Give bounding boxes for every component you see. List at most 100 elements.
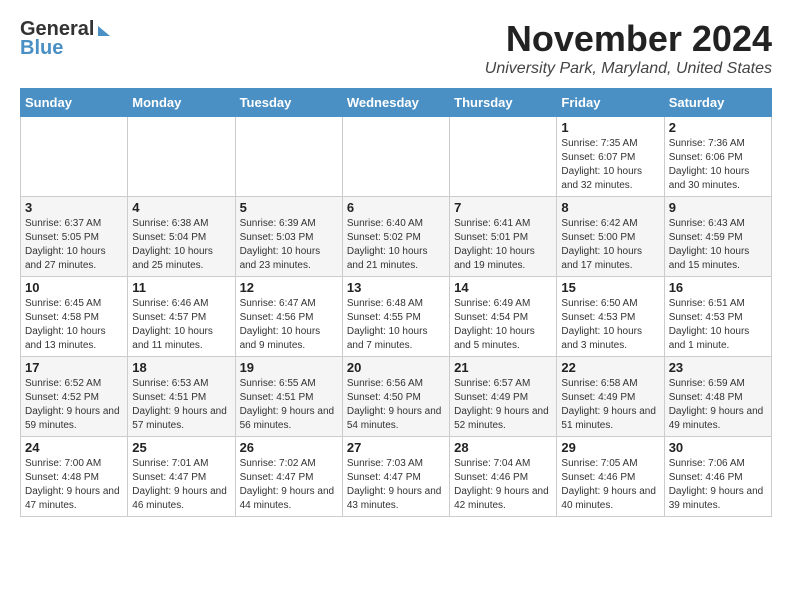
calendar-wrapper: SundayMondayTuesdayWednesdayThursdayFrid… <box>0 88 792 527</box>
day-header-saturday: Saturday <box>664 89 771 117</box>
day-number: 10 <box>25 280 123 295</box>
day-info: Sunrise: 6:50 AMSunset: 4:53 PMDaylight:… <box>561 297 659 353</box>
day-number: 26 <box>240 440 338 455</box>
day-info: Sunrise: 7:35 AMSunset: 6:07 PMDaylight:… <box>561 137 659 193</box>
day-info: Sunrise: 7:00 AMSunset: 4:48 PMDaylight:… <box>25 457 123 513</box>
calendar-cell: 16 Sunrise: 6:51 AMSunset: 4:53 PMDayligh… <box>664 277 771 357</box>
calendar-cell: 18Sunrise: 6:53 AMSunset: 4:51 PMDayligh… <box>128 357 235 437</box>
day-info: Sunrise: 7:01 AMSunset: 4:47 PMDaylight:… <box>132 457 230 513</box>
page-header: General Blue November 2024 University Pa… <box>0 0 792 88</box>
calendar-cell <box>450 117 557 197</box>
day-number: 9 <box>669 200 767 215</box>
day-info: Sunrise: 6:53 AMSunset: 4:51 PMDaylight:… <box>132 377 230 433</box>
logo-triangle-icon <box>98 26 110 36</box>
day-info: Sunrise: 6:46 AMSunset: 4:57 PMDaylight:… <box>132 297 230 353</box>
day-header-thursday: Thursday <box>450 89 557 117</box>
logo: General Blue <box>20 18 110 60</box>
day-number: 12 <box>240 280 338 295</box>
calendar-cell: 15Sunrise: 6:50 AMSunset: 4:53 PMDayligh… <box>557 277 664 357</box>
calendar-cell: 7Sunrise: 6:41 AMSunset: 5:01 PMDaylight… <box>450 197 557 277</box>
calendar-cell: 3Sunrise: 6:37 AMSunset: 5:05 PMDaylight… <box>21 197 128 277</box>
day-info: Sunrise: 6:52 AMSunset: 4:52 PMDaylight:… <box>25 377 123 433</box>
day-info: Sunrise: 7:06 AMSunset: 4:46 PMDaylight:… <box>669 457 767 513</box>
day-number: 23 <box>669 360 767 375</box>
day-number: 13 <box>347 280 445 295</box>
calendar-cell: 14Sunrise: 6:49 AMSunset: 4:54 PMDayligh… <box>450 277 557 357</box>
calendar-cell: 6Sunrise: 6:40 AMSunset: 5:02 PMDaylight… <box>342 197 449 277</box>
calendar-cell: 29Sunrise: 7:05 AMSunset: 4:46 PMDayligh… <box>557 437 664 517</box>
calendar-cell: 22 Sunrise: 6:58 AMSunset: 4:49 PMDayligh… <box>557 357 664 437</box>
day-number: 6 <box>347 200 445 215</box>
day-number: 11 <box>132 280 230 295</box>
day-number: 19 <box>240 360 338 375</box>
day-info: Sunrise: 6:49 AMSunset: 4:54 PMDaylight:… <box>454 297 552 353</box>
day-number: 22 <box>561 360 659 375</box>
calendar-cell: 28Sunrise: 7:04 AMSunset: 4:46 PMDayligh… <box>450 437 557 517</box>
day-info: Sunrise: 6:51 AMSunset: 4:53 PMDaylight:… <box>669 297 767 353</box>
day-info: Sunrise: 6:57 AMSunset: 4:49 PMDaylight:… <box>454 377 552 433</box>
calendar-cell: 26Sunrise: 7:02 AMSunset: 4:47 PMDayligh… <box>235 437 342 517</box>
day-info: Sunrise: 6:42 AMSunset: 5:00 PMDaylight:… <box>561 217 659 273</box>
day-number: 21 <box>454 360 552 375</box>
day-number: 30 <box>669 440 767 455</box>
day-number: 27 <box>347 440 445 455</box>
day-info: Sunrise: 6:43 AMSunset: 4:59 PMDaylight:… <box>669 217 767 273</box>
day-number: 8 <box>561 200 659 215</box>
month-title: November 2024 <box>485 18 772 60</box>
location: University Park, Maryland, United States <box>485 60 772 78</box>
day-number: 25 <box>132 440 230 455</box>
day-info: Sunrise: 7:05 AMSunset: 4:46 PMDaylight:… <box>561 457 659 513</box>
calendar-cell: 30 Sunrise: 7:06 AMSunset: 4:46 PMDayligh… <box>664 437 771 517</box>
day-info: Sunrise: 7:04 AMSunset: 4:46 PMDaylight:… <box>454 457 552 513</box>
day-info: Sunrise: 6:41 AMSunset: 5:01 PMDaylight:… <box>454 217 552 273</box>
calendar-cell: 23 Sunrise: 6:59 AMSunset: 4:48 PMDayligh… <box>664 357 771 437</box>
calendar-cell <box>128 117 235 197</box>
day-info: Sunrise: 6:55 AMSunset: 4:51 PMDaylight:… <box>240 377 338 433</box>
calendar-cell: 20 Sunrise: 6:56 AMSunset: 4:50 PMDayligh… <box>342 357 449 437</box>
calendar-week-3: 10 Sunrise: 6:45 AMSunset: 4:58 PMDayligh… <box>21 277 772 357</box>
header-right: November 2024 University Park, Maryland,… <box>485 18 772 78</box>
day-info: Sunrise: 6:59 AMSunset: 4:48 PMDaylight:… <box>669 377 767 433</box>
day-info: Sunrise: 6:45 AMSunset: 4:58 PMDaylight:… <box>25 297 123 353</box>
logo-blue: Blue <box>20 37 63 60</box>
day-info: Sunrise: 6:39 AMSunset: 5:03 PMDaylight:… <box>240 217 338 273</box>
calendar-week-4: 17Sunrise: 6:52 AMSunset: 4:52 PMDayligh… <box>21 357 772 437</box>
calendar-cell: 21 Sunrise: 6:57 AMSunset: 4:49 PMDayligh… <box>450 357 557 437</box>
calendar-cell: 25 Sunrise: 7:01 AMSunset: 4:47 PMDayligh… <box>128 437 235 517</box>
calendar-week-5: 24 Sunrise: 7:00 AMSunset: 4:48 PMDayligh… <box>21 437 772 517</box>
calendar-cell: 4Sunrise: 6:38 AMSunset: 5:04 PMDaylight… <box>128 197 235 277</box>
calendar-table: SundayMondayTuesdayWednesdayThursdayFrid… <box>20 88 772 517</box>
calendar-cell: 9 Sunrise: 6:43 AMSunset: 4:59 PMDaylight… <box>664 197 771 277</box>
calendar-body: 1 Sunrise: 7:35 AMSunset: 6:07 PMDaylight… <box>21 117 772 517</box>
day-number: 16 <box>669 280 767 295</box>
day-info: Sunrise: 6:58 AMSunset: 4:49 PMDaylight:… <box>561 377 659 433</box>
calendar-week-2: 3Sunrise: 6:37 AMSunset: 5:05 PMDaylight… <box>21 197 772 277</box>
calendar-cell: 5 Sunrise: 6:39 AMSunset: 5:03 PMDaylight… <box>235 197 342 277</box>
calendar-week-1: 1 Sunrise: 7:35 AMSunset: 6:07 PMDaylight… <box>21 117 772 197</box>
header-row: SundayMondayTuesdayWednesdayThursdayFrid… <box>21 89 772 117</box>
day-info: Sunrise: 6:47 AMSunset: 4:56 PMDaylight:… <box>240 297 338 353</box>
calendar-cell: 19 Sunrise: 6:55 AMSunset: 4:51 PMDayligh… <box>235 357 342 437</box>
day-number: 2 <box>669 120 767 135</box>
calendar-cell: 13 Sunrise: 6:48 AMSunset: 4:55 PMDayligh… <box>342 277 449 357</box>
calendar-cell: 10 Sunrise: 6:45 AMSunset: 4:58 PMDayligh… <box>21 277 128 357</box>
calendar-cell: 2Sunrise: 7:36 AMSunset: 6:06 PMDaylight… <box>664 117 771 197</box>
day-number: 5 <box>240 200 338 215</box>
day-info: Sunrise: 6:48 AMSunset: 4:55 PMDaylight:… <box>347 297 445 353</box>
day-info: Sunrise: 7:03 AMSunset: 4:47 PMDaylight:… <box>347 457 445 513</box>
day-number: 1 <box>561 120 659 135</box>
calendar-cell: 8 Sunrise: 6:42 AMSunset: 5:00 PMDaylight… <box>557 197 664 277</box>
day-info: Sunrise: 6:37 AMSunset: 5:05 PMDaylight:… <box>25 217 123 273</box>
day-header-sunday: Sunday <box>21 89 128 117</box>
day-number: 20 <box>347 360 445 375</box>
day-header-tuesday: Tuesday <box>235 89 342 117</box>
day-header-wednesday: Wednesday <box>342 89 449 117</box>
calendar-cell <box>235 117 342 197</box>
calendar-cell: 27 Sunrise: 7:03 AMSunset: 4:47 PMDayligh… <box>342 437 449 517</box>
day-header-monday: Monday <box>128 89 235 117</box>
day-number: 24 <box>25 440 123 455</box>
calendar-cell <box>342 117 449 197</box>
calendar-cell: 17Sunrise: 6:52 AMSunset: 4:52 PMDayligh… <box>21 357 128 437</box>
day-info: Sunrise: 6:56 AMSunset: 4:50 PMDaylight:… <box>347 377 445 433</box>
day-info: Sunrise: 6:38 AMSunset: 5:04 PMDaylight:… <box>132 217 230 273</box>
